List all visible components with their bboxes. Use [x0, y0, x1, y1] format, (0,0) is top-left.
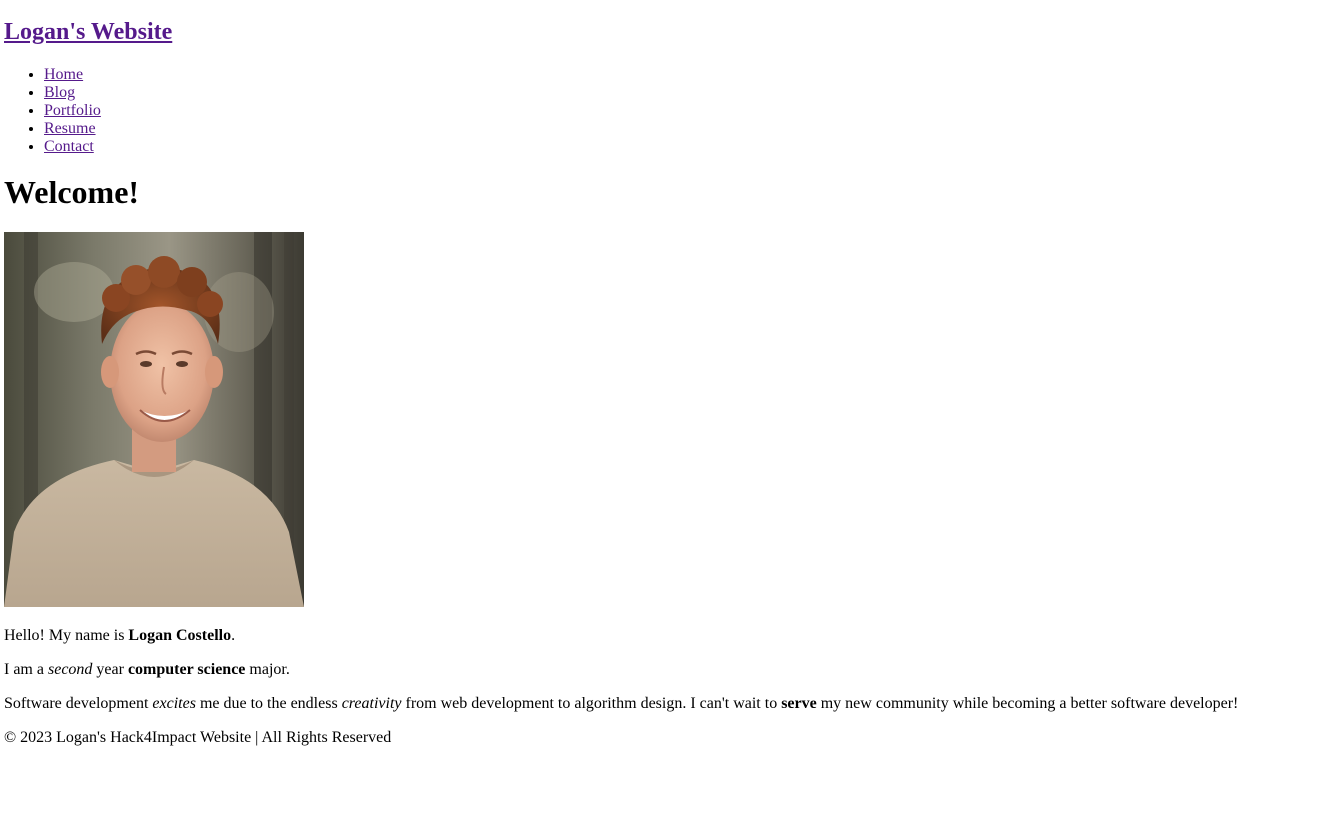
creativity-emphasis: creativity [341, 695, 402, 712]
main-nav: Home Blog Portfolio Resume Contact [4, 66, 1319, 156]
year-emphasis: second [47, 661, 93, 678]
site-title-link[interactable]: Logan's Website [4, 19, 172, 45]
site-title: Logan's Website [4, 0, 1319, 47]
nav-link-resume[interactable]: Resume [44, 120, 96, 137]
passion-part1: Software development [4, 695, 153, 712]
nav-item-contact: Contact [44, 138, 1319, 156]
intro-prefix: Hello! My name is [4, 627, 129, 644]
passion-part2: me due to the endless [195, 695, 342, 712]
nav-link-portfolio[interactable]: Portfolio [44, 102, 101, 119]
nav-link-home[interactable]: Home [44, 66, 83, 83]
year-part3: major. [245, 661, 290, 678]
welcome-heading: Welcome! [4, 174, 140, 210]
nav-item-resume: Resume [44, 120, 1319, 138]
year-part2: year [92, 661, 128, 678]
excites-emphasis: excites [152, 695, 196, 712]
major-emphasis: computer science [127, 661, 246, 678]
nav-item-home: Home [44, 66, 1319, 84]
nav-item-blog: Blog [44, 84, 1319, 102]
year-part1: I am a [4, 661, 48, 678]
intro-suffix: . [231, 627, 236, 644]
passion-part4: my new community while becoming a better… [816, 695, 1239, 712]
profile-photo [4, 232, 304, 607]
passion-part3: from web development to algorithm design… [401, 695, 782, 712]
year-text: I am a second year computer science majo… [4, 661, 1319, 679]
page: Logan's Website Home Blog Portfolio Resu… [0, 0, 1323, 747]
nav-item-portfolio: Portfolio [44, 102, 1319, 120]
footer-text: © 2023 Logan's Hack4Impact Website | All… [4, 729, 392, 746]
intro-text: Hello! My name is Logan Costello. [4, 627, 1319, 645]
passion-text: Software development excites me due to t… [4, 695, 1319, 713]
nav-link-blog[interactable]: Blog [44, 84, 75, 101]
person-name: Logan Costello [128, 627, 232, 644]
serve-emphasis: serve [781, 695, 817, 712]
nav-link-contact[interactable]: Contact [44, 138, 94, 155]
